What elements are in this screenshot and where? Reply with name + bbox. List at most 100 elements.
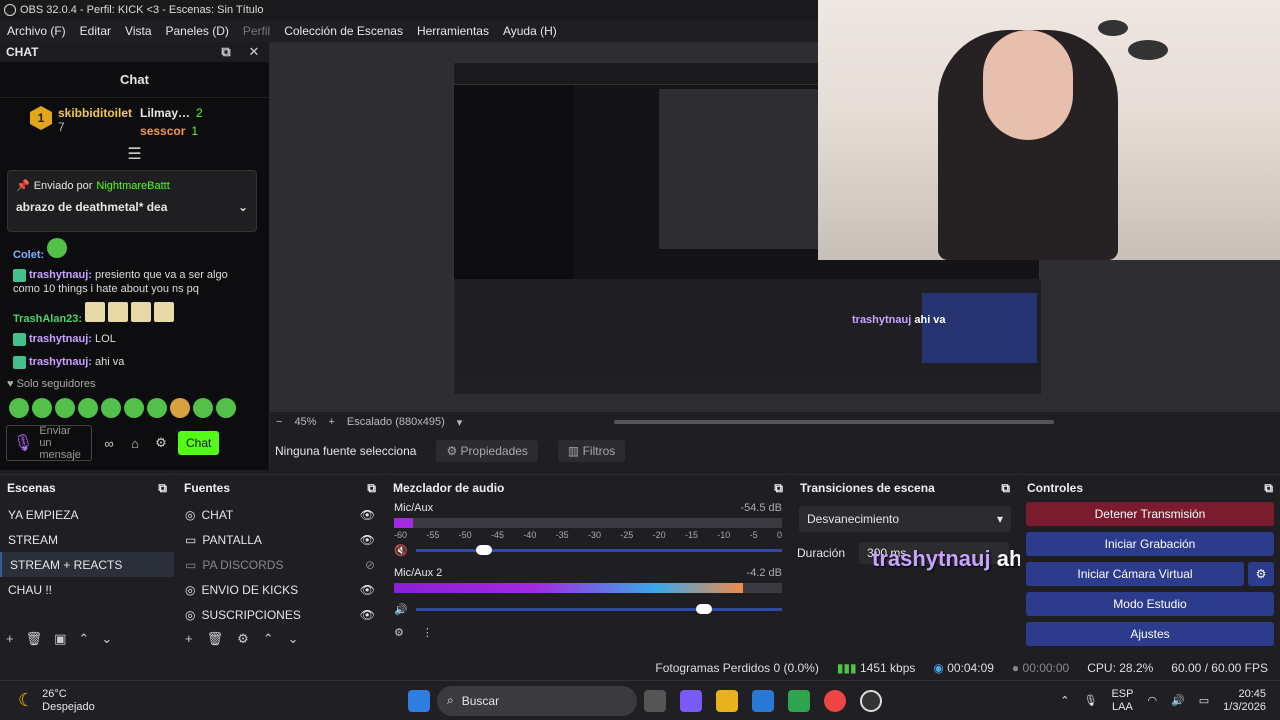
- task-view-icon[interactable]: [644, 689, 666, 712]
- display-source-icon: ▭: [185, 532, 197, 547]
- leader-2-count: 2: [196, 106, 203, 120]
- leader-3-name[interactable]: sesscor: [140, 124, 185, 138]
- eye-icon[interactable]: 👁: [360, 508, 375, 522]
- menu-editar[interactable]: Editar: [73, 24, 118, 38]
- source-item[interactable]: ◎ SUSCRIPCIONES 👁: [177, 602, 383, 627]
- source-item[interactable]: ▭ PANTALLA 👁: [177, 527, 383, 552]
- leader-2-name[interactable]: Lilmay…: [140, 106, 190, 120]
- clock[interactable]: 20:45 1/3/2026: [1223, 688, 1266, 714]
- move-up-icon[interactable]: ⌃: [263, 631, 274, 647]
- virtual-cam-settings-icon[interactable]: ⚙: [1248, 562, 1274, 586]
- zoom-out-icon[interactable]: −: [276, 416, 282, 428]
- move-up-icon[interactable]: ⌃: [78, 631, 89, 647]
- studio-mode-button[interactable]: Modo Estudio: [1026, 592, 1274, 616]
- collapse-icon[interactable]: ☰: [0, 144, 269, 164]
- eye-icon[interactable]: 👁: [360, 533, 375, 547]
- tray-chevron-icon[interactable]: ⌃: [1060, 694, 1069, 707]
- float-dock-icon[interactable]: ⧉: [774, 481, 783, 496]
- eye-icon[interactable]: 👁: [360, 608, 375, 622]
- move-down-icon[interactable]: ⌄: [101, 631, 112, 647]
- chat-input[interactable]: 🎙 Enviar un mensaje: [6, 425, 92, 461]
- eye-icon[interactable]: 👁: [360, 583, 375, 597]
- mic-icon[interactable]: 🎙: [13, 433, 33, 453]
- wifi-icon[interactable]: ◠: [1147, 694, 1157, 707]
- speaker-icon[interactable]: 🔊: [394, 603, 408, 616]
- leader-1-name[interactable]: skibbiditoilet: [58, 106, 132, 120]
- chrome-icon[interactable]: [824, 689, 846, 712]
- moon-icon: ☾: [18, 690, 35, 710]
- settings-button[interactable]: Ajustes: [1026, 622, 1274, 646]
- menu-archivo[interactable]: Archivo (F): [0, 24, 73, 38]
- store-icon[interactable]: ⌂: [126, 434, 144, 452]
- properties-button[interactable]: ⚙ Propiedades: [436, 440, 538, 462]
- store-app-icon[interactable]: [752, 689, 774, 712]
- eye-hidden-icon[interactable]: ⊘: [365, 558, 375, 572]
- scene-item[interactable]: YA EMPIEZA: [0, 502, 174, 527]
- start-virtual-cam-button[interactable]: Iniciar Cámara Virtual: [1026, 562, 1244, 586]
- settings-gear-icon[interactable]: ⚙: [152, 434, 170, 452]
- source-props-icon[interactable]: ⚙: [237, 631, 249, 647]
- volume-icon[interactable]: 🔊: [1171, 694, 1185, 707]
- advanced-audio-icon[interactable]: ⚙: [394, 626, 404, 639]
- chat-input-row: 🎙 Enviar un mensaje ∞ ⌂ ⚙ Chat: [6, 424, 262, 462]
- add-scene-icon[interactable]: +: [6, 631, 14, 647]
- close-dock-icon[interactable]: ✕: [245, 43, 263, 61]
- bat-decoration: [1128, 40, 1168, 60]
- preview-scrollbar[interactable]: [614, 420, 1055, 424]
- delete-scene-icon[interactable]: 🗑: [26, 631, 43, 647]
- bat-decoration: [1098, 20, 1128, 36]
- chat-dock-title: CHAT: [6, 45, 39, 59]
- followers-only: ♥ Solo seguidores: [7, 378, 96, 390]
- menu-vista[interactable]: Vista: [118, 24, 158, 38]
- mixer-menu-icon[interactable]: ⋮: [422, 626, 433, 639]
- menu-ayuda[interactable]: Ayuda (H): [496, 24, 564, 38]
- start-recording-button[interactable]: Iniciar Grabación: [1026, 532, 1274, 556]
- scene-item[interactable]: STREAM: [0, 527, 174, 552]
- volume-slider[interactable]: [415, 545, 782, 555]
- mic-tray-icon[interactable]: 🎙: [1083, 694, 1097, 707]
- float-dock-icon[interactable]: ⧉: [1264, 481, 1273, 496]
- emote-menu-icon[interactable]: ∞: [100, 434, 118, 452]
- weather-widget[interactable]: ☾ 26°C Despejado: [0, 688, 380, 714]
- scene-item[interactable]: CHAU !!: [0, 577, 174, 602]
- file-explorer-icon[interactable]: [716, 689, 738, 712]
- channel-2-name: Mic/Aux 2: [394, 567, 443, 579]
- menu-perfil[interactable]: Perfil: [236, 24, 277, 38]
- emote-icon: [47, 238, 68, 258]
- muted-speaker-icon[interactable]: 🔇: [394, 544, 408, 557]
- browser-source-icon: ◎: [185, 607, 196, 622]
- add-source-icon[interactable]: +: [185, 631, 193, 647]
- menu-paneles[interactable]: Paneles (D): [159, 24, 236, 38]
- start-icon[interactable]: [408, 689, 430, 712]
- copilot-icon[interactable]: [680, 689, 702, 712]
- spreadsheet-app-icon[interactable]: [788, 689, 810, 712]
- obs-taskbar-icon[interactable]: [860, 689, 882, 712]
- scene-item-selected[interactable]: STREAM + REACTS: [0, 552, 174, 577]
- source-item[interactable]: ◎ CHAT 👁: [177, 502, 383, 527]
- channel-2-meter: [394, 583, 782, 593]
- filter-scene-icon[interactable]: ▣: [54, 631, 66, 647]
- move-down-icon[interactable]: ⌄: [288, 631, 299, 647]
- taskbar-search[interactable]: ⌕ Buscar: [437, 685, 637, 716]
- language-indicator[interactable]: ESP LAA: [1111, 688, 1133, 714]
- float-dock-icon[interactable]: ⧉: [1001, 481, 1010, 496]
- zoom-in-icon[interactable]: +: [328, 416, 334, 428]
- menu-herramientas[interactable]: Herramientas: [410, 24, 496, 38]
- pinned-by-user[interactable]: NightmareBattt: [96, 180, 169, 192]
- send-chat-button[interactable]: Chat: [178, 431, 220, 455]
- battery-icon[interactable]: ▭: [1199, 694, 1209, 707]
- filters-button[interactable]: ▥ Filtros: [557, 440, 626, 462]
- delete-source-icon[interactable]: 🗑: [207, 631, 224, 647]
- menu-coleccion[interactable]: Colección de Escenas: [277, 24, 410, 38]
- chevron-down-icon[interactable]: ▾: [457, 416, 463, 429]
- volume-slider[interactable]: [415, 604, 782, 614]
- chevron-down-icon[interactable]: ⌄: [238, 200, 248, 214]
- source-item[interactable]: ◎ ENVIO DE KICKS 👁: [177, 577, 383, 602]
- transition-select[interactable]: Desvanecimiento ▾: [799, 506, 1011, 532]
- search-icon: ⌕: [447, 693, 454, 707]
- source-item-hidden[interactable]: ▭ PA DISCORDS ⊘: [177, 552, 383, 577]
- float-dock-icon[interactable]: ⧉: [217, 43, 235, 61]
- float-dock-icon[interactable]: ⧉: [158, 481, 167, 496]
- float-dock-icon[interactable]: ⧉: [367, 481, 376, 496]
- stop-stream-button[interactable]: Detener Transmisión: [1026, 502, 1274, 526]
